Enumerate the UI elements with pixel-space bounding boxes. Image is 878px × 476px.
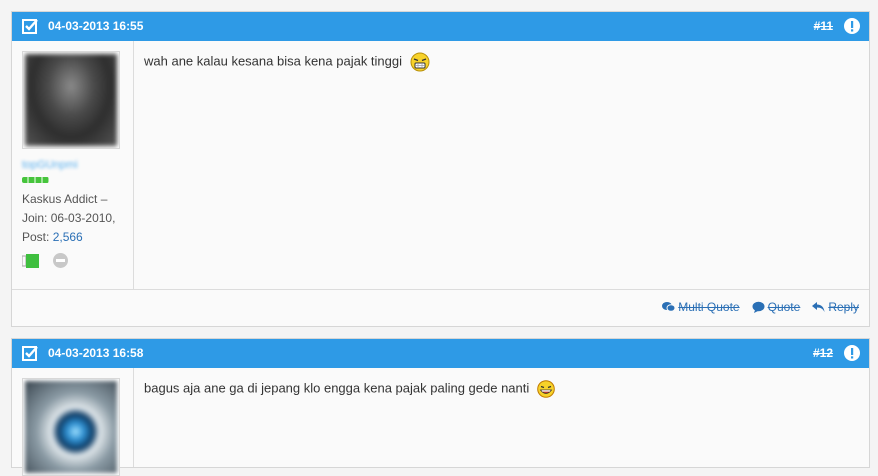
multi-quote-label: Multi Quote	[678, 300, 740, 314]
reply-arrow-icon	[812, 302, 825, 312]
grinning-emoji-icon	[537, 380, 555, 398]
post-message: bagus aja ane ga di jepang klo engga ken…	[144, 380, 859, 398]
block-icon[interactable]	[53, 253, 68, 268]
speech-bubble-icon	[752, 301, 765, 313]
quote-label: Quote	[767, 300, 801, 314]
post-11: 04-03-2013 16:55 #11 topGUnpmi Kaskus Ad…	[11, 11, 870, 327]
reply-label: Reply	[828, 300, 859, 314]
message-text: bagus aja ane ga di jepang klo engga ken…	[144, 380, 530, 396]
post-label: Post:	[22, 230, 50, 244]
laughing-emoji-icon	[410, 52, 430, 72]
join-date: 06-03-2010,	[50, 211, 116, 225]
post-date: 04-03-2013 16:58	[48, 346, 144, 360]
message-text: wah ane kalau kesana bisa kena pajak tin…	[144, 53, 403, 69]
join-label: Join:	[22, 211, 48, 225]
post-number-link[interactable]: #11	[814, 19, 833, 33]
avatar[interactable]	[22, 51, 120, 149]
chat-bubbles-icon	[662, 302, 676, 312]
post-date: 04-03-2013 16:55	[48, 19, 144, 33]
post-count-link[interactable]: 2,566	[53, 230, 83, 244]
online-status-icon	[22, 254, 39, 268]
post-message: wah ane kalau kesana bisa kena pajak tin…	[144, 52, 859, 72]
report-icon[interactable]	[844, 18, 860, 34]
quote-button[interactable]: Quote	[752, 300, 801, 314]
post-12: 04-03-2013 16:58 #12 bagus aja ane ga di…	[11, 338, 870, 476]
post-number-link[interactable]: #12	[813, 346, 833, 360]
user-info	[12, 368, 134, 476]
report-icon[interactable]	[844, 345, 860, 361]
post-footer: Multi Quote Quote Reply	[12, 289, 869, 326]
checkbox-icon[interactable]	[22, 18, 38, 34]
checkbox-icon[interactable]	[22, 345, 38, 361]
avatar[interactable]	[22, 378, 120, 476]
user-meta: Kaskus Addict – Join: 06-03-2010, Post: …	[22, 192, 116, 244]
user-info: topGUnpmi Kaskus Addict – Join: 06-03-20…	[12, 41, 134, 290]
post-header: 04-03-2013 16:55 #11	[12, 12, 869, 41]
post-header: 04-03-2013 16:58 #12	[12, 339, 869, 368]
reply-button[interactable]: Reply	[812, 300, 859, 314]
reputation-bar	[22, 177, 49, 183]
user-rank: Kaskus Addict	[22, 192, 98, 206]
multi-quote-button[interactable]: Multi Quote	[662, 300, 740, 314]
username-link[interactable]: topGUnpmi	[22, 159, 78, 171]
